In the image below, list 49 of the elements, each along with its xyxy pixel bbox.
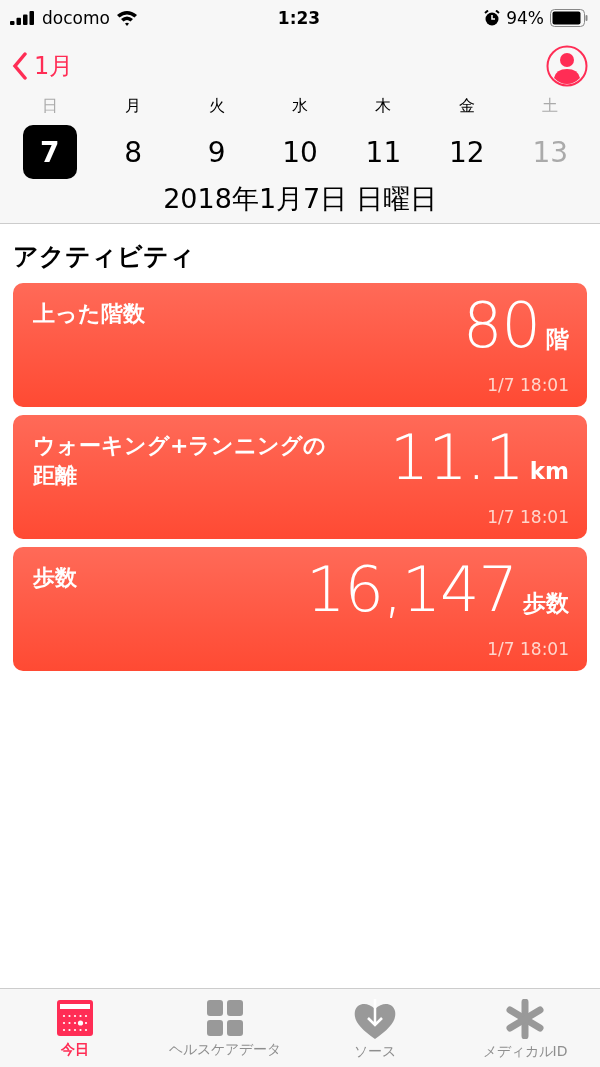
asterisk-icon xyxy=(505,999,545,1039)
activity-card[interactable]: ウォーキング+ランニングの距離 11.1 km 1/7 18:01 xyxy=(13,415,587,539)
calendar-icon xyxy=(56,999,94,1037)
signal-icon xyxy=(10,11,36,25)
battery-icon xyxy=(550,9,588,27)
weekday-label: 土 xyxy=(541,96,560,117)
clock-time: 1:23 xyxy=(276,8,322,28)
heart-download-icon xyxy=(353,999,397,1039)
date-button[interactable]: 12 xyxy=(439,125,494,179)
timestamp: 1/7 18:01 xyxy=(487,639,569,659)
card-title: 上った階数 xyxy=(33,300,145,328)
chevron-icon xyxy=(12,52,28,80)
battery-percent: 94% xyxy=(506,8,544,28)
weekday-label: 金 xyxy=(457,96,476,117)
weekday-label: 木 xyxy=(374,96,393,117)
tab-bar-item[interactable]: ソース xyxy=(300,989,450,1067)
date-button[interactable]: 8 xyxy=(106,125,161,179)
date-button[interactable]: 9 xyxy=(189,125,244,179)
metric-unit: 階 xyxy=(546,325,569,354)
carrier-name: docomo xyxy=(42,8,110,28)
metric-value: 80 xyxy=(463,289,540,362)
date-button[interactable]: 13 xyxy=(523,125,578,179)
date-button[interactable]: 10 xyxy=(273,125,327,179)
weekday-label: 日 xyxy=(40,96,59,117)
tab-bar-item[interactable]: 今日 xyxy=(0,989,150,1067)
card-title: ウォーキング+ランニングの距離 xyxy=(33,432,328,490)
metric-value: 16,147 xyxy=(306,553,517,626)
timestamp: 1/7 18:01 xyxy=(487,507,569,527)
wifi-icon xyxy=(115,10,138,26)
metric-unit: 歩数 xyxy=(523,589,569,618)
activity-card[interactable]: 歩数 16,147 歩数 1/7 18:01 xyxy=(13,547,587,671)
tab-bar-item[interactable]: メディカルID xyxy=(450,989,600,1067)
alarm-icon xyxy=(484,10,501,26)
date-title: 2018年1月7日 日曜日 xyxy=(162,182,438,216)
back-button[interactable]: 1月 xyxy=(12,50,74,82)
metric-unit: km xyxy=(529,458,569,484)
date-button[interactable]: 11 xyxy=(356,125,411,179)
tab-bar-item[interactable]: ヘルスケアデータ xyxy=(150,989,300,1067)
weekday-label: 月 xyxy=(124,96,143,117)
metric-value: 11.1 xyxy=(389,421,524,494)
weekday-label: 火 xyxy=(207,96,226,117)
weekday-label: 水 xyxy=(291,96,309,117)
grid-icon xyxy=(206,999,244,1037)
activity-card[interactable]: 上った階数 80 階 1/7 18:01 xyxy=(13,283,587,407)
section-title: アクティビティ xyxy=(13,241,196,273)
date-button[interactable]: 7 xyxy=(22,125,77,179)
profile-icon[interactable] xyxy=(546,45,588,87)
card-title: 歩数 xyxy=(33,564,77,592)
timestamp: 1/7 18:01 xyxy=(487,375,569,395)
